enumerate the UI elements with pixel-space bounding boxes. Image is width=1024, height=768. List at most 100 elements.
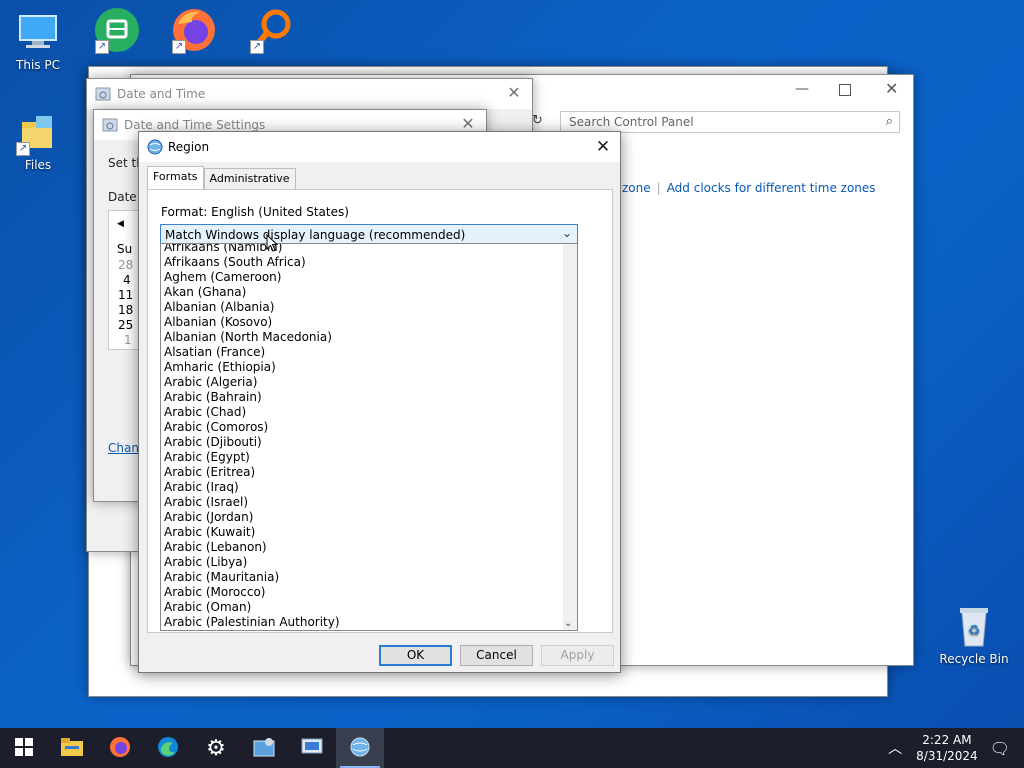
- calendar-date[interactable]: 28: [118, 258, 133, 272]
- list-item[interactable]: Arabic (Oman): [161, 600, 563, 615]
- close-button[interactable]: ✕: [506, 85, 522, 101]
- taskbar-settings[interactable]: ⚙: [192, 728, 240, 768]
- list-item[interactable]: Arabic (Morocco): [161, 585, 563, 600]
- maximize-button[interactable]: [839, 84, 851, 96]
- apply-button[interactable]: Apply: [541, 645, 614, 666]
- minimize-button[interactable]: —: [795, 81, 809, 97]
- list-item[interactable]: Arabic (Djibouti): [161, 435, 563, 450]
- edge-icon: [157, 736, 179, 761]
- search-app-icon: ↗: [248, 6, 296, 54]
- shortcut-arrow-icon: ↗: [250, 40, 264, 54]
- region-icon: [349, 736, 371, 761]
- taskbar: ⚙ ︿ 2:22 AM 8/31/2024 🗨: [0, 728, 1024, 768]
- show-hidden-icons-icon[interactable]: ︿: [888, 738, 902, 758]
- list-item[interactable]: Arabic (Bahrain): [161, 390, 563, 405]
- search-icon: ⌕: [885, 114, 893, 129]
- list-item[interactable]: Arabic (Egypt): [161, 450, 563, 465]
- format-label: Format: English (United States): [161, 205, 349, 219]
- settings-icon: ⚙: [206, 735, 226, 761]
- firefox-icon: [109, 736, 131, 761]
- taskbar-firefox[interactable]: [96, 728, 144, 768]
- list-item[interactable]: Arabic (Mauritania): [161, 570, 563, 585]
- refresh-icon[interactable]: ↻: [532, 113, 543, 128]
- search-input[interactable]: Search Control Panel ⌕: [560, 111, 900, 133]
- control-panel-icon: [253, 737, 275, 760]
- desktop-icon-virtualbox[interactable]: ↗: [79, 6, 155, 56]
- close-button[interactable]: ✕: [592, 136, 614, 158]
- calendar-date[interactable]: 11: [118, 288, 133, 302]
- date-time-icon: [102, 117, 118, 133]
- list-item[interactable]: Arabic (Kuwait): [161, 525, 563, 540]
- list-item[interactable]: Afrikaans (South Africa): [161, 255, 563, 270]
- app-icon: ↗: [93, 6, 141, 54]
- list-item[interactable]: Arabic (Chad): [161, 405, 563, 420]
- clock-time: 2:22 AM: [922, 733, 972, 747]
- format-select-value: Match Windows display language (recommen…: [165, 228, 466, 242]
- taskbar-remote-desktop[interactable]: [288, 728, 336, 768]
- shortcut-arrow-icon: ↗: [172, 40, 186, 54]
- format-options: Afrikaans (Namibia) Afrikaans (South Afr…: [161, 244, 563, 630]
- list-item[interactable]: Albanian (Kosovo): [161, 315, 563, 330]
- folder-icon: ↗: [14, 108, 62, 156]
- close-button[interactable]: ✕: [460, 116, 476, 132]
- firefox-icon: ↗: [170, 6, 218, 54]
- desktop-icon-recycle-bin[interactable]: ♻ Recycle Bin: [936, 602, 1012, 666]
- search-placeholder: Search Control Panel: [569, 115, 694, 129]
- time-zone-link[interactable]: zone: [622, 181, 651, 195]
- close-button[interactable]: ✕: [885, 79, 898, 98]
- window-title: Date and Time: [117, 87, 206, 101]
- calendar-date[interactable]: 25: [118, 318, 133, 332]
- clock[interactable]: 2:22 AM 8/31/2024: [916, 732, 978, 764]
- list-item[interactable]: Arabic (Comoros): [161, 420, 563, 435]
- desktop-icon-label: This PC: [16, 58, 60, 72]
- list-item[interactable]: Alsatian (France): [161, 345, 563, 360]
- prev-month-icon[interactable]: ◀: [117, 219, 124, 229]
- calendar-date[interactable]: 4: [123, 273, 131, 287]
- list-item[interactable]: Arabic (Iraq): [161, 480, 563, 495]
- globe-icon: [147, 139, 163, 155]
- time-zone-links: zone | Add clocks for different time zones: [622, 181, 876, 195]
- tab-bar: Formats Administrative: [147, 166, 296, 189]
- list-item[interactable]: Albanian (North Macedonia): [161, 330, 563, 345]
- ok-button[interactable]: OK: [379, 645, 452, 666]
- start-icon: [15, 737, 33, 759]
- list-item[interactable]: Aghem (Cameroon): [161, 270, 563, 285]
- list-item[interactable]: Akan (Ghana): [161, 285, 563, 300]
- list-item[interactable]: Arabic (Jordan): [161, 510, 563, 525]
- list-item[interactable]: Arabic (Algeria): [161, 375, 563, 390]
- list-item[interactable]: Arabic (Lebanon): [161, 540, 563, 555]
- list-item[interactable]: Afrikaans (Namibia): [161, 244, 563, 255]
- date-time-icon: [95, 86, 111, 102]
- taskbar-region[interactable]: [336, 728, 384, 768]
- cancel-button[interactable]: Cancel: [460, 645, 533, 666]
- clock-date: 8/31/2024: [916, 749, 978, 763]
- calendar-date[interactable]: 18: [118, 303, 133, 317]
- file-explorer-icon: [61, 737, 83, 759]
- mouse-cursor-icon: [266, 233, 279, 255]
- list-item[interactable]: Arabic (Eritrea): [161, 465, 563, 480]
- calendar-date[interactable]: 1: [124, 333, 132, 347]
- desktop-icon-this-pc[interactable]: This PC: [0, 8, 76, 72]
- add-clocks-link[interactable]: Add clocks for different time zones: [667, 181, 876, 195]
- desktop-icon-everything[interactable]: ↗: [234, 6, 310, 56]
- desktop-icon-firefox[interactable]: ↗: [156, 6, 232, 56]
- start-button[interactable]: [0, 728, 48, 768]
- scroll-down-icon[interactable]: ⌄: [564, 618, 572, 629]
- window-title-bar: Date and Time: [87, 79, 532, 109]
- scrollbar[interactable]: ⌄: [563, 244, 577, 630]
- system-tray: ︿ 2:22 AM 8/31/2024 🗨: [888, 728, 1024, 768]
- list-item[interactable]: Arabic (Israel): [161, 495, 563, 510]
- list-item[interactable]: Albanian (Albania): [161, 300, 563, 315]
- tab-formats[interactable]: Formats: [147, 166, 204, 189]
- notification-icon[interactable]: 🗨: [990, 739, 1010, 758]
- tab-administrative[interactable]: Administrative: [203, 168, 296, 189]
- taskbar-control-panel[interactable]: [240, 728, 288, 768]
- list-item[interactable]: Arabic (Libya): [161, 555, 563, 570]
- taskbar-file-explorer[interactable]: [48, 728, 96, 768]
- desktop-icon-files[interactable]: ↗ Files: [0, 108, 76, 172]
- desktop-icon-label: Recycle Bin: [939, 652, 1009, 666]
- list-item[interactable]: Arabic (Palestinian Authority): [161, 615, 563, 630]
- format-dropdown-list[interactable]: Afrikaans (Namibia) Afrikaans (South Afr…: [160, 243, 578, 631]
- taskbar-edge[interactable]: [144, 728, 192, 768]
- list-item[interactable]: Amharic (Ethiopia): [161, 360, 563, 375]
